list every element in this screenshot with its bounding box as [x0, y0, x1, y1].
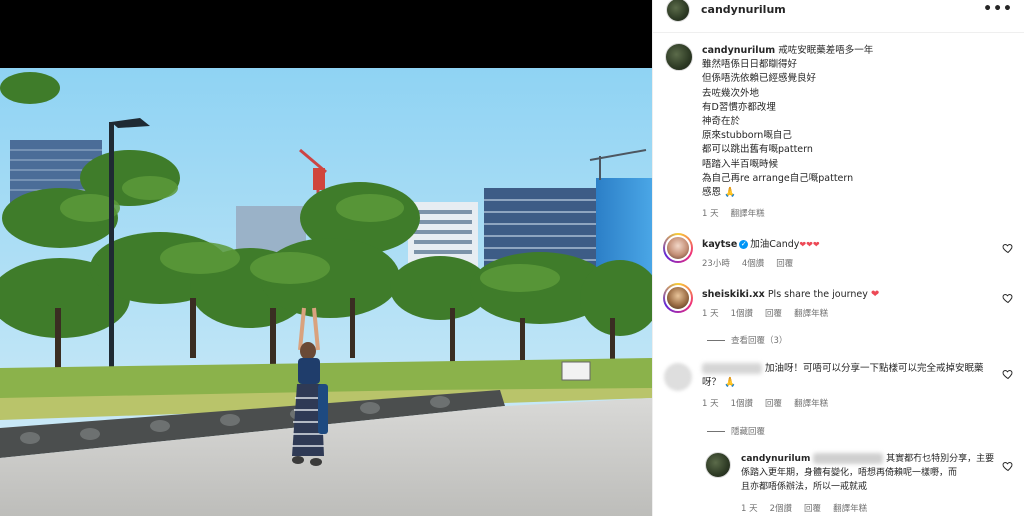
photo-scene — [0, 68, 652, 516]
reply-text-line: 且亦都唔係辦法，所以一戒就戒 — [741, 482, 868, 492]
like-heart-icon[interactable] — [1002, 292, 1014, 304]
caption-username[interactable]: candynurilum — [702, 45, 775, 56]
reply-meta: 1 天 2個讚 回覆 翻譯年糕 — [741, 502, 867, 514]
caption-line: 戒咗安眠藥差唔多一年 — [778, 45, 874, 56]
comment-meta: 23小時 4個讚 回覆 — [702, 257, 793, 269]
red-heart-emoji: ❤ — [870, 289, 880, 300]
comment-text: 加油Candy — [750, 239, 800, 250]
reply-button[interactable]: 回覆 — [804, 502, 821, 514]
post-media[interactable] — [0, 0, 652, 516]
caption-meta: 1 天 翻譯年糕 — [702, 207, 765, 219]
comment-text: 加油呀！可唔可以分享一下點樣可以完全戒掉安眠藥 — [765, 363, 984, 374]
comment-text-tail: ❤❤❤ — [799, 240, 820, 249]
caption-line: 有D習慣亦都改埋 — [702, 101, 776, 113]
reply-text: 其實都冇乜特別分享，主要 — [886, 454, 995, 464]
author-avatar[interactable] — [666, 0, 690, 22]
author-username[interactable]: candynurilum — [701, 3, 786, 16]
translate-link[interactable]: 翻譯年糕 — [794, 397, 828, 409]
comments-panel: candynurilum ••• candynurilum 戒咗安眠藥差唔多一年… — [652, 0, 1024, 516]
comment-username[interactable]: kaytse — [702, 239, 737, 250]
header-divider — [653, 32, 1024, 33]
comment-likes[interactable]: 4個讚 — [742, 257, 764, 269]
post-caption: candynurilum 戒咗安眠藥差唔多一年 雖然唔係日日都瞓得好 但係唔洗依… — [702, 44, 1002, 200]
comment-text: Pls share the journey — [767, 289, 868, 300]
reply-text-line: 係踏入更年期，身體有變化，唔想再倚賴呢一樣嘢，而 — [741, 468, 958, 478]
like-heart-icon[interactable] — [1002, 460, 1014, 472]
caption-line: 為自己再re arrange自己嘅pattern — [702, 172, 854, 184]
comment-likes[interactable]: 1個讚 — [731, 397, 753, 409]
post-header: candynurilum ••• — [653, 0, 1024, 22]
verified-badge-icon: ✓ — [739, 240, 749, 249]
translate-link[interactable]: 翻譯年糕 — [731, 207, 765, 219]
caption-line: 神奇在於 — [702, 116, 741, 128]
commenter-avatar-sheiskiki[interactable] — [663, 283, 693, 313]
caption-time[interactable]: 1 天 — [702, 207, 719, 219]
comment-meta: 1 天 1個讚 回覆 翻譯年糕 — [702, 307, 828, 319]
replies-divider-line — [707, 430, 725, 432]
commenter-avatar-blurred[interactable] — [664, 363, 692, 391]
hide-replies-button[interactable]: 隱藏回覆 — [707, 425, 765, 437]
caption-author-avatar[interactable] — [665, 43, 693, 71]
reply-button[interactable]: 回覆 — [765, 397, 782, 409]
translate-link[interactable]: 翻譯年糕 — [794, 307, 828, 319]
post-photo[interactable] — [0, 68, 652, 516]
post-viewer: candynurilum ••• candynurilum 戒咗安眠藥差唔多一年… — [0, 0, 1024, 516]
reply-author-avatar[interactable] — [705, 452, 731, 478]
caption-line: 唔踏入半百嘅時候 — [702, 158, 779, 170]
comment-time[interactable]: 1 天 — [702, 397, 719, 409]
caption-line: 都可以跳出舊有嘅pattern — [702, 144, 813, 156]
comment-kaytse: kaytse ✓ 加油Candy❤❤❤ — [702, 238, 820, 252]
reply-username[interactable]: candynurilum — [741, 454, 810, 464]
reply-time[interactable]: 1 天 — [741, 502, 758, 514]
caption-line: 去咗幾次外地 — [702, 87, 760, 99]
comment-time[interactable]: 23小時 — [702, 257, 730, 269]
caption-line: 但係唔洗依賴已經感覺良好 — [702, 73, 817, 85]
reply-likes[interactable]: 2個讚 — [770, 502, 792, 514]
blurred-mention[interactable] — [813, 453, 884, 464]
hide-replies-label: 隱藏回覆 — [731, 427, 766, 437]
comment-meta: 1 天 1個讚 回覆 翻譯年糕 — [702, 397, 828, 409]
translate-link[interactable]: 翻譯年糕 — [833, 502, 867, 514]
caption-line: 雖然唔係日日都瞓得好 — [702, 59, 798, 71]
comment-blurred-user: 加油呀！可唔可以分享一下點樣可以完全戒掉安眠藥 呀？ 🙏 — [702, 362, 1002, 390]
comment-time[interactable]: 1 天 — [702, 307, 719, 319]
pray-emoji: 🙏 — [724, 187, 736, 199]
caption-line: 原來stubborn嘅自己 — [702, 130, 792, 142]
comment-text-line2: 呀？ — [702, 377, 722, 388]
view-replies-label: 查看回覆（3） — [731, 336, 788, 346]
view-replies-button[interactable]: 查看回覆（3） — [707, 334, 787, 346]
comment-username[interactable]: sheiskiki.xx — [702, 289, 765, 300]
like-heart-icon[interactable] — [1002, 242, 1014, 254]
reply-button[interactable]: 回覆 — [765, 307, 782, 319]
comment-likes[interactable]: 1個讚 — [731, 307, 753, 319]
commenter-avatar-kaytse[interactable] — [663, 233, 693, 263]
like-heart-icon[interactable] — [1002, 368, 1014, 380]
caption-line: 感恩 — [702, 187, 722, 199]
more-horizontal-icon[interactable]: ••• — [983, 1, 1013, 17]
pray-emoji: 🙏 — [724, 377, 736, 388]
reply-candynurilum: candynurilum 其實都冇乜特別分享，主要 係踏入更年期，身體有變化，唔… — [741, 452, 999, 494]
blurred-username[interactable] — [702, 363, 762, 374]
replies-divider-line — [707, 339, 725, 341]
reply-button[interactable]: 回覆 — [776, 257, 793, 269]
comment-sheiskiki: sheiskiki.xx Pls share the journey ❤ — [702, 288, 879, 302]
